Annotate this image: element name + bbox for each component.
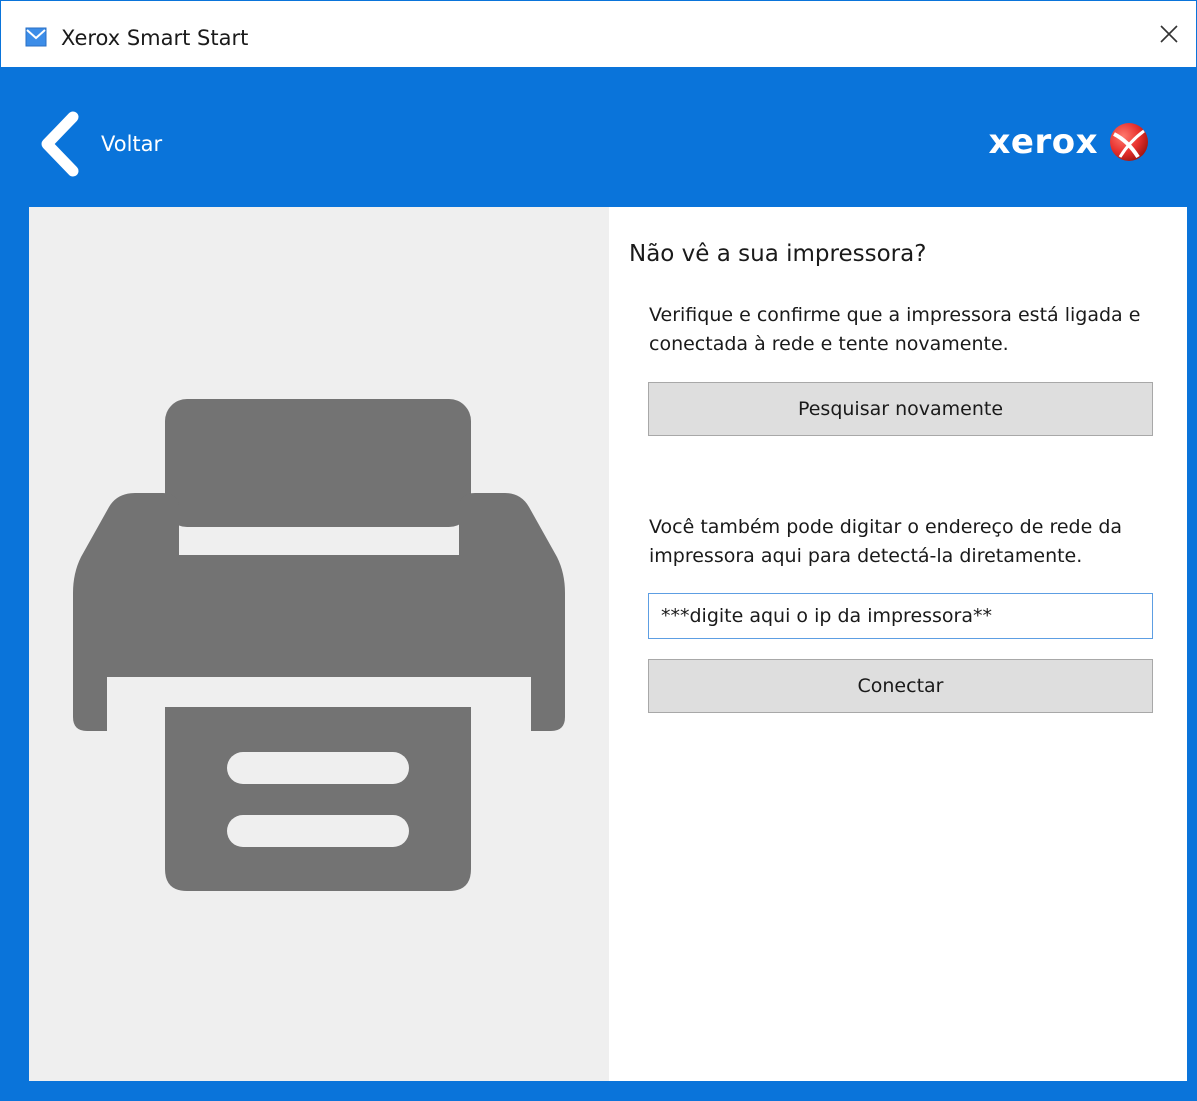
back-button[interactable]: Voltar (37, 111, 162, 177)
printer-icon (73, 399, 565, 891)
manual-address-text: Você também pode digitar o endereço de r… (649, 516, 1123, 567)
xerox-logo: xerox (988, 121, 1150, 163)
content-panel: Não vê a sua impressora? Verifique e con… (609, 207, 1187, 1081)
window-title: Xerox Smart Start (61, 26, 249, 50)
check-printer-text: Verifique e confirme que a impressora es… (649, 304, 1141, 355)
xerox-envelope-icon (25, 27, 47, 47)
ip-address-input[interactable] (648, 593, 1153, 639)
chevron-left-icon (41, 111, 79, 177)
header-bar: Voltar xerox (1, 67, 1196, 207)
connect-button[interactable]: Conectar (648, 659, 1153, 713)
close-button[interactable] (1142, 1, 1196, 67)
close-icon (1160, 25, 1178, 43)
xerox-ball-icon (1110, 123, 1148, 161)
logo-text: xerox (988, 122, 1098, 162)
title-bar: Xerox Smart Start (1, 1, 1196, 67)
page-title: Não vê a sua impressora? (629, 241, 927, 267)
illustration-panel (29, 207, 609, 1081)
app-window: Xerox Smart Start Voltar xerox Não vê a … (0, 0, 1197, 1101)
search-again-button[interactable]: Pesquisar novamente (648, 382, 1153, 436)
back-label: Voltar (101, 132, 163, 156)
